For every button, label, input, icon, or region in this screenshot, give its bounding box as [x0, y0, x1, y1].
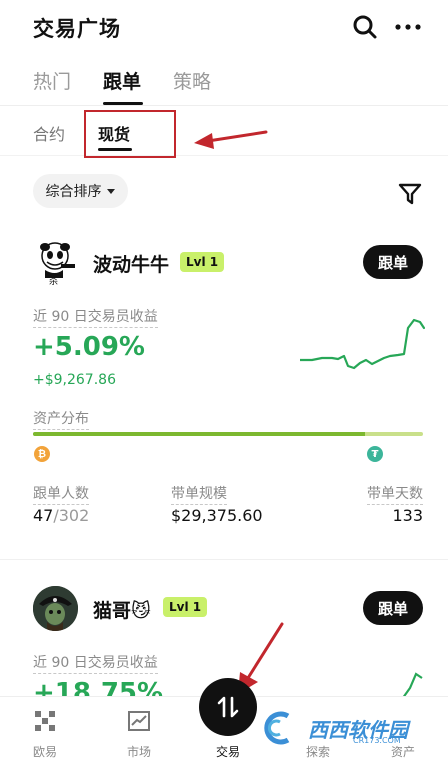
okx-logo-icon	[35, 711, 55, 731]
avatar-caption: 杀	[49, 277, 59, 285]
annotation-highlight-box	[84, 110, 176, 158]
pnl-sparkline	[300, 318, 425, 370]
level-badge: Lvl 1	[163, 597, 208, 617]
cat-emoji-icon: 😼	[131, 600, 151, 622]
follow-button[interactable]: 跟单	[363, 245, 423, 279]
days-value: 133	[392, 506, 423, 525]
followers-max: /302	[53, 506, 90, 525]
watermark-sub: CR173.COM	[353, 736, 401, 745]
roi-label: 近 90 日交易员收益	[33, 306, 158, 328]
filter-icon[interactable]	[398, 182, 422, 206]
asset-distribution-label: 资产分布	[33, 408, 89, 430]
avatar	[33, 586, 78, 631]
market-chart-icon	[128, 711, 150, 731]
asset-distribution-fill	[33, 432, 365, 436]
annotation-arrow-icon	[194, 130, 268, 149]
page-title: 交易广场	[33, 17, 121, 41]
level-badge: Lvl 1	[180, 252, 225, 272]
followers-value: 47	[33, 506, 54, 525]
avatar: 杀	[33, 240, 78, 285]
tab-strategy[interactable]: 策略	[173, 67, 211, 94]
trader-name-text: 猫哥	[93, 600, 132, 622]
trader-name: 猫哥😼	[93, 596, 151, 623]
trader-card[interactable]: 杀 波动牛牛 Lvl 1 跟单 近 90 日交易员收益 +5.09% +$9,2…	[0, 230, 448, 560]
days-label: 带单天数	[367, 483, 423, 505]
scale-label: 带单规模	[171, 483, 227, 505]
followers-count: 47/302	[33, 506, 89, 525]
nav-label: 欧易	[32, 745, 57, 759]
asset-distribution-bar	[33, 432, 423, 436]
tab-active-indicator	[103, 102, 143, 105]
more-icon[interactable]	[393, 12, 423, 42]
main-tabs: 热门 跟单 策略	[0, 58, 448, 106]
trader-name: 波动牛牛	[93, 254, 170, 276]
roi-label: 近 90 日交易员收益	[33, 652, 158, 674]
nav-item-market[interactable]: 市场	[94, 697, 184, 761]
tab-hot[interactable]: 热门	[33, 67, 71, 94]
sort-dropdown[interactable]: 综合排序	[33, 174, 128, 208]
nav-item-okx[interactable]: 欧易	[0, 697, 90, 761]
roi-value: +5.09%	[33, 332, 145, 362]
subtab-contract[interactable]: 合约	[33, 121, 65, 145]
followers-label: 跟单人数	[33, 483, 89, 505]
pirate-avatar-icon	[33, 586, 78, 631]
trade-fab-button[interactable]	[199, 678, 257, 736]
scale-value: $29,375.60	[171, 506, 263, 525]
pnl-value: +$9,267.86	[33, 372, 116, 388]
sort-label: 综合排序	[45, 184, 102, 200]
btc-icon: ₿	[34, 446, 50, 462]
search-icon[interactable]	[350, 12, 380, 42]
header: 交易广场	[0, 0, 448, 56]
tab-copy-trading[interactable]: 跟单	[103, 67, 141, 94]
caret-down-icon	[106, 189, 115, 194]
usdt-icon: ₮	[367, 446, 383, 462]
nav-label: 市场	[126, 745, 151, 759]
trade-swap-icon	[217, 696, 239, 718]
follow-button[interactable]: 跟单	[363, 591, 423, 625]
watermark: 西西软件园 CR173.COM	[258, 708, 428, 748]
watermark-logo-icon	[264, 711, 290, 745]
